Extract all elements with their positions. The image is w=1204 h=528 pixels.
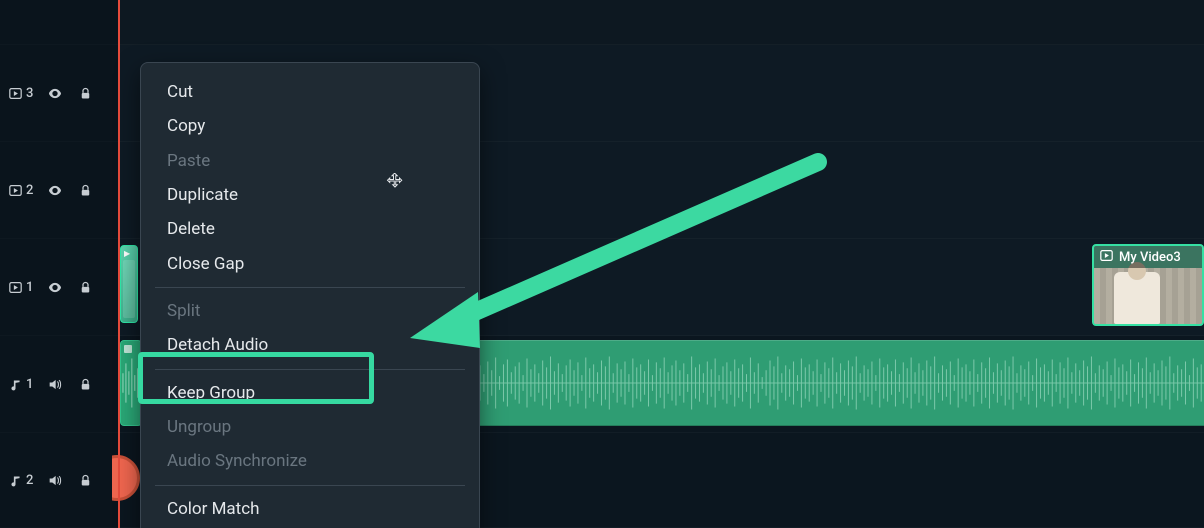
track-label-audio-1: 1	[8, 377, 33, 392]
menu-paste: Paste	[141, 144, 479, 178]
track-header-video-3: 3	[0, 45, 120, 142]
play-icon	[8, 280, 22, 294]
track-header-top	[0, 0, 120, 45]
menu-audio-synchronize[interactable]: Audio Synchronize	[141, 444, 479, 478]
lock-icon[interactable]	[77, 472, 93, 488]
track-number: 2	[26, 473, 33, 488]
lock-icon[interactable]	[77, 376, 93, 392]
lock-icon[interactable]	[77, 85, 93, 101]
menu-duplicate[interactable]: Duplicate	[141, 178, 479, 212]
track-header-video-1: 1	[0, 239, 120, 336]
menu-detach-audio[interactable]: Detach Audio	[141, 328, 479, 362]
menu-divider	[155, 287, 465, 288]
eye-icon[interactable]	[47, 279, 63, 295]
track-header-audio-1: 1	[0, 336, 120, 433]
move-cursor-icon	[386, 172, 404, 190]
track-number: 3	[26, 86, 33, 101]
menu-close-gap[interactable]: Close Gap	[141, 247, 479, 281]
play-icon	[8, 86, 22, 100]
play-icon: ▶	[124, 249, 130, 258]
play-icon	[8, 183, 22, 197]
music-icon	[8, 377, 22, 391]
track-number: 2	[26, 183, 33, 198]
video-clip-label: My Video3	[1119, 250, 1181, 265]
track-label-video-2: 2	[8, 183, 33, 198]
menu-split: Split	[141, 294, 479, 328]
menu-delete[interactable]: Delete	[141, 212, 479, 246]
video-thumbnail	[1094, 268, 1202, 324]
menu-divider	[155, 369, 465, 370]
timeline: 3 2	[0, 0, 1204, 528]
menu-divider	[155, 485, 465, 486]
circle-clip-handle[interactable]	[112, 455, 140, 507]
menu-ungroup: Ungroup	[141, 410, 479, 444]
context-menu: Cut Copy Paste Duplicate Delete Close Ga…	[140, 62, 480, 528]
eye-icon[interactable]	[47, 85, 63, 101]
track-row-top	[0, 0, 1204, 45]
track-number: 1	[26, 280, 33, 295]
video-clip-small[interactable]: ▶	[120, 245, 138, 323]
speaker-icon[interactable]	[47, 376, 63, 392]
menu-keep-group[interactable]: Keep Group	[141, 376, 479, 410]
waveform-icon	[478, 354, 1204, 413]
lock-icon[interactable]	[77, 182, 93, 198]
music-icon	[8, 473, 22, 487]
lock-icon[interactable]	[77, 279, 93, 295]
waveform-icon	[121, 354, 141, 413]
eye-icon[interactable]	[47, 182, 63, 198]
track-content-top[interactable]	[120, 0, 1204, 45]
track-header-video-2: 2	[0, 142, 120, 239]
track-header-audio-2: 2	[0, 433, 120, 528]
video-clip-title-bar: My Video3	[1094, 246, 1202, 268]
audio-clip-long[interactable]	[478, 340, 1204, 426]
track-number: 1	[26, 377, 33, 392]
audio-clip-short[interactable]	[120, 340, 142, 426]
play-icon	[1100, 249, 1113, 266]
speaker-icon[interactable]	[47, 472, 63, 488]
menu-cut[interactable]: Cut	[141, 75, 479, 109]
menu-copy[interactable]: Copy	[141, 109, 479, 143]
playhead[interactable]	[118, 0, 120, 528]
video-clip-right[interactable]: My Video3	[1092, 244, 1204, 326]
track-label-video-1: 1	[8, 280, 33, 295]
menu-color-match[interactable]: Color Match	[141, 492, 479, 526]
track-label-audio-2: 2	[8, 473, 33, 488]
track-label-video-3: 3	[8, 86, 33, 101]
